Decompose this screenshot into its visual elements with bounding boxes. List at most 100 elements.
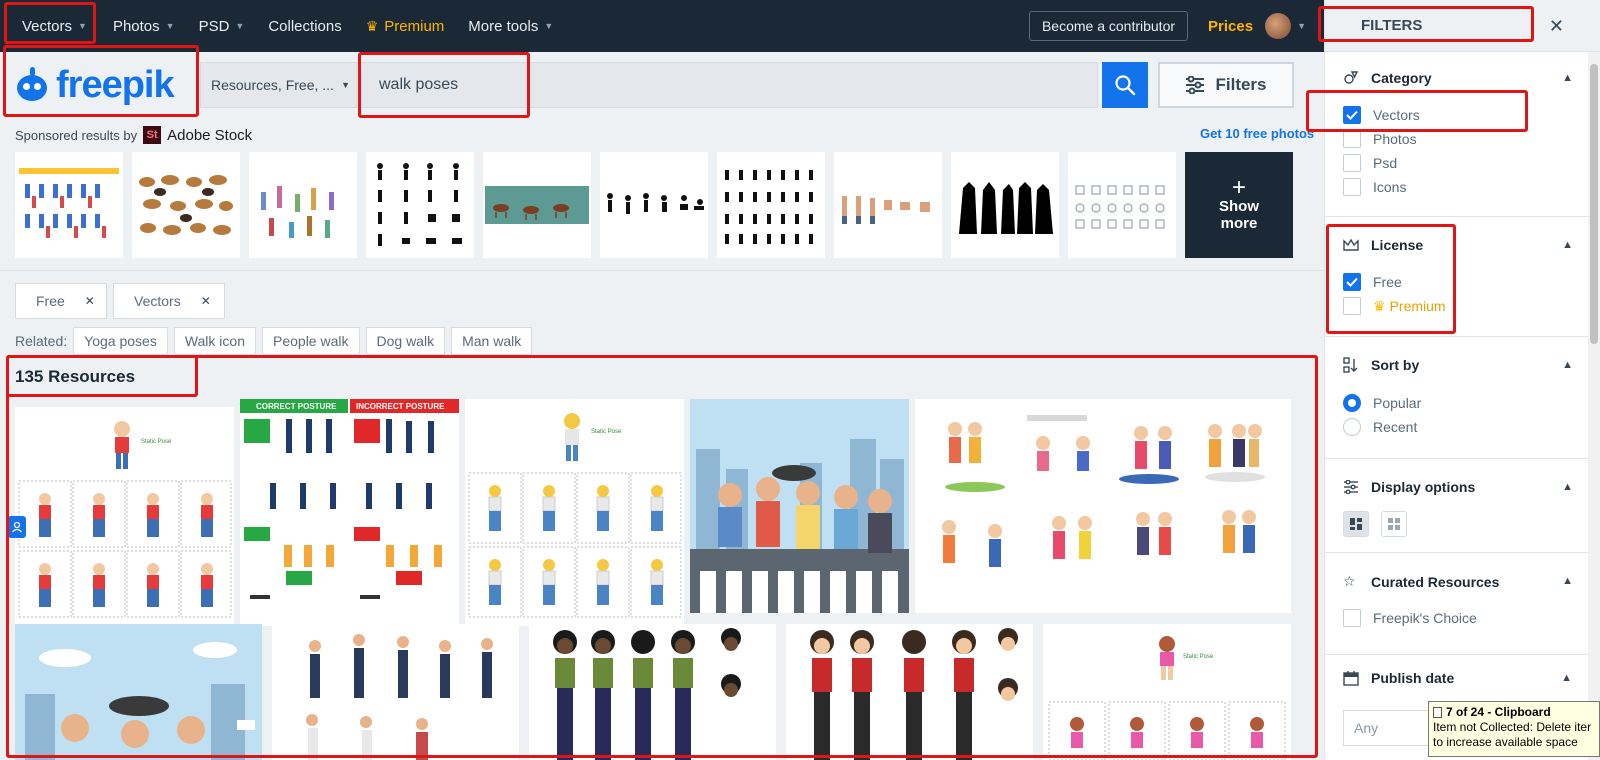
result-card[interactable] — [272, 624, 519, 760]
result-card[interactable]: Static Pose — [465, 399, 684, 626]
show-more-button[interactable]: + Show more — [1185, 152, 1293, 258]
result-card[interactable] — [15, 624, 262, 760]
chevron-up-icon[interactable]: ▲ — [1562, 239, 1573, 251]
card-caption: Static Pose — [591, 429, 622, 435]
checkbox[interactable] — [1343, 130, 1361, 148]
search-input[interactable] — [357, 63, 1097, 107]
active-filters-and-related: Free ✕ Vectors ✕ Related: Yoga poses Wal… — [0, 270, 1324, 360]
related-tag-people-walk[interactable]: People walk — [262, 327, 360, 355]
card-caption: CORRECT POSTURE — [256, 402, 337, 411]
star-icon: ☆ — [1343, 573, 1356, 589]
sort-option-popular[interactable]: Popular — [1343, 394, 1421, 412]
sponsored-thumbnail[interactable] — [366, 152, 474, 258]
sponsored-thumbnail[interactable] — [834, 152, 942, 258]
chevron-down-icon: ▼ — [235, 21, 245, 31]
nav-vectors-label: Vectors — [22, 17, 73, 35]
curated-option-freepiks-choice[interactable]: Freepik's Choice — [1343, 609, 1477, 627]
sponsored-thumbnail[interactable] — [483, 152, 591, 258]
avatar[interactable] — [1265, 13, 1292, 39]
crown-icon: ♛ — [365, 17, 379, 34]
top-navigation: Vectors ▼ Photos ▼ PSD ▼ Collections ♛ P… — [0, 0, 1324, 52]
sponsored-thumbnail[interactable] — [717, 152, 825, 258]
checkbox[interactable] — [1343, 609, 1361, 627]
filter-chip-free[interactable]: Free ✕ — [15, 283, 107, 319]
related-tag-walk-icon[interactable]: Walk icon — [173, 327, 256, 355]
chevron-down-icon: ▼ — [78, 21, 87, 31]
result-card[interactable] — [915, 399, 1291, 613]
plus-icon: + — [1231, 173, 1246, 201]
chevron-up-icon[interactable]: ▲ — [1561, 672, 1572, 684]
license-option-free[interactable]: Free — [1343, 273, 1402, 291]
filter-section-sort: Sort by ▲ Popular Recent — [1325, 337, 1589, 459]
resource-type-select[interactable]: Resources, Free, ... ▼ — [201, 63, 357, 107]
radio-selected[interactable] — [1343, 394, 1361, 412]
filters-scrollbar[interactable] — [1588, 52, 1600, 760]
chevron-down-icon[interactable]: ▼ — [1297, 21, 1306, 31]
sponsored-thumbnail[interactable] — [249, 152, 357, 258]
chevron-up-icon[interactable]: ▲ — [1562, 359, 1573, 371]
nav-vectors[interactable]: Vectors ▼ — [0, 0, 101, 52]
filters-panel: FILTERS ✕ Category ▲ Vectors Photos Psd … — [1324, 0, 1600, 760]
checkbox-checked[interactable] — [1343, 273, 1361, 291]
nav-photos[interactable]: Photos ▼ — [101, 0, 187, 52]
display-header[interactable]: Display options — [1343, 479, 1475, 495]
radio[interactable] — [1343, 418, 1361, 436]
close-icon[interactable]: ✕ — [85, 294, 95, 308]
result-card[interactable] — [786, 624, 1033, 760]
category-option-vectors[interactable]: Vectors — [1343, 106, 1420, 124]
related-tag-yoga-poses[interactable]: Yoga poses — [73, 327, 168, 355]
filters-button-label: Filters — [1215, 75, 1267, 94]
nav-collections[interactable]: Collections — [256, 0, 353, 52]
sort-option-recent[interactable]: Recent — [1343, 418, 1417, 436]
grid-icon — [1350, 518, 1362, 530]
chevron-up-icon[interactable]: ▲ — [1562, 575, 1573, 587]
freepik-logo[interactable]: freepik — [0, 52, 196, 118]
chevron-down-icon: ▼ — [165, 21, 175, 31]
sliders-icon — [1343, 480, 1361, 494]
sponsored-thumbnail[interactable] — [132, 152, 240, 258]
filter-chip-vectors[interactable]: Vectors ✕ — [113, 283, 225, 319]
curated-header[interactable]: ☆ Curated Resources — [1343, 573, 1499, 590]
chevron-up-icon[interactable]: ▲ — [1562, 72, 1573, 84]
search-button[interactable] — [1102, 62, 1148, 108]
get-free-photos-link[interactable]: Get 10 free photos — [1200, 126, 1314, 141]
layout-mosaic-button[interactable] — [1343, 511, 1369, 537]
result-card[interactable] — [690, 399, 909, 613]
sponsored-thumbnail[interactable] — [15, 152, 123, 258]
sort-header[interactable]: Sort by — [1343, 357, 1419, 373]
checkbox[interactable] — [1343, 154, 1361, 172]
result-card[interactable]: Static Pose — [15, 407, 234, 626]
filters-panel-title: FILTERS — [1361, 17, 1423, 34]
sponsored-thumbnail[interactable] — [600, 152, 708, 258]
result-card[interactable] — [529, 624, 776, 760]
chevron-up-icon[interactable]: ▲ — [1562, 481, 1573, 493]
nav-more-tools[interactable]: More tools ▼ — [456, 0, 565, 52]
prices-link[interactable]: Prices — [1208, 18, 1253, 35]
filters-button[interactable]: Filters — [1158, 62, 1294, 108]
category-option-photos[interactable]: Photos — [1343, 130, 1417, 148]
checkbox-checked[interactable] — [1343, 106, 1361, 124]
nav-premium[interactable]: ♛ Premium — [354, 0, 457, 52]
related-tag-man-walk[interactable]: Man walk — [451, 327, 533, 355]
sponsored-thumbnail[interactable] — [1068, 152, 1176, 258]
result-card[interactable]: Static Pose — [1043, 624, 1291, 760]
category-option-psd[interactable]: Psd — [1343, 154, 1397, 172]
sort-icon — [1343, 357, 1361, 373]
publish-date-header[interactable]: Publish date — [1343, 670, 1454, 686]
checkbox[interactable] — [1343, 178, 1361, 196]
layout-grid-button[interactable] — [1381, 511, 1407, 537]
nav-psd[interactable]: PSD ▼ — [187, 0, 257, 52]
category-header[interactable]: Category — [1343, 70, 1432, 86]
result-card[interactable]: CORRECT POSTURE INCORRECT POSTURE — [240, 399, 459, 626]
become-contributor-button[interactable]: Become a contributor — [1028, 11, 1189, 41]
category-option-icons[interactable]: Icons — [1343, 178, 1406, 196]
license-option-premium[interactable]: ♛ Premium — [1343, 297, 1446, 315]
related-tag-dog-walk[interactable]: Dog walk — [365, 327, 446, 355]
license-header[interactable]: License — [1343, 237, 1423, 253]
close-icon[interactable]: ✕ — [201, 294, 211, 308]
close-icon[interactable]: ✕ — [1549, 16, 1564, 37]
shapes-icon — [1343, 70, 1361, 86]
contact-support-icon[interactable] — [8, 516, 26, 538]
checkbox[interactable] — [1343, 297, 1361, 315]
sponsored-thumbnail[interactable] — [951, 152, 1059, 258]
